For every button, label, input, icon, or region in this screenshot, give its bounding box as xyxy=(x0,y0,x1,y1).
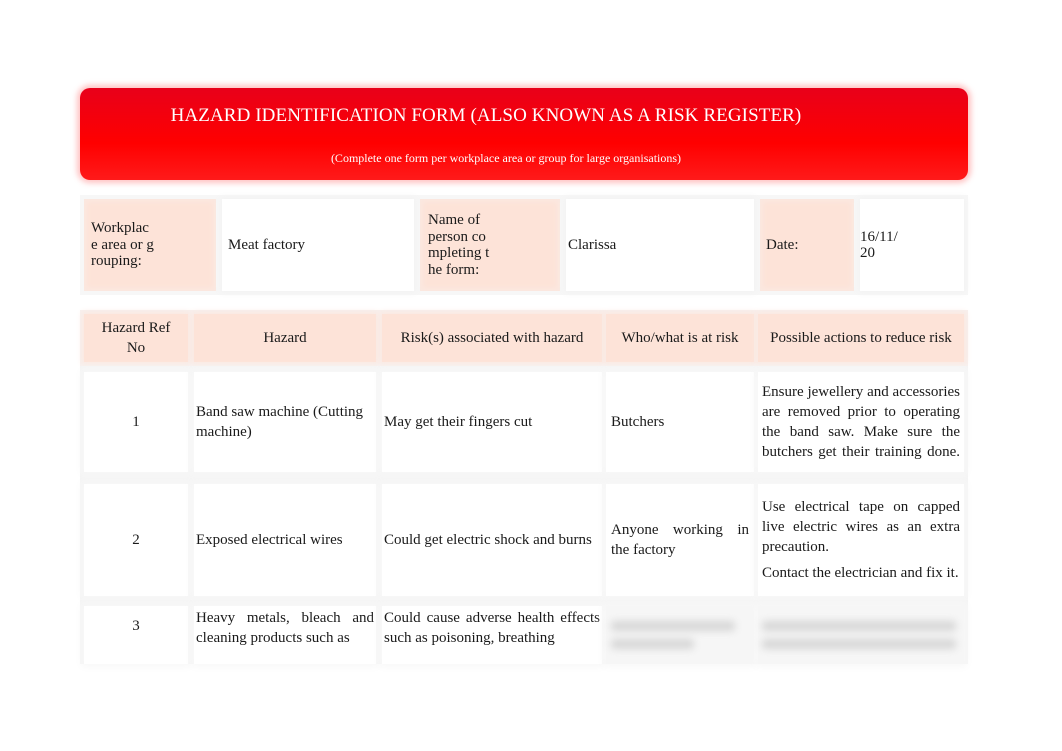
risk-text: Could get electric shock and burns xyxy=(384,531,592,548)
hazard-text: Band saw machine (Cutting machine) xyxy=(196,403,364,440)
obscured-content xyxy=(611,613,749,657)
header-who: Who/what is at risk xyxy=(606,314,754,362)
table-header-row: Hazard Ref No Hazard Risk(s) associated … xyxy=(80,310,968,366)
cell-who-obscured xyxy=(606,606,754,664)
cell-actions-obscured xyxy=(758,606,964,664)
header-risks-text: Risk(s) associated with hazard xyxy=(400,329,584,346)
date-label-cell: Date: xyxy=(760,199,854,291)
workplace-label-cell: Workplace area or grouping: xyxy=(84,199,216,291)
date-label: Date: xyxy=(766,236,799,253)
date-value[interactable]: 16/11/20 xyxy=(860,229,902,262)
cell-risk: Could get electric shock and burns xyxy=(382,484,602,596)
cell-who: Butchers xyxy=(606,372,754,472)
header-actions-text: Possible actions to reduce risk xyxy=(770,329,952,346)
cell-actions: Use electrical tape on capped live elect… xyxy=(758,484,964,596)
who-text: Butchers xyxy=(611,413,665,430)
cell-hazard: Heavy metals, bleach and cleaning produc… xyxy=(194,606,376,664)
table-row: 1 Band saw machine (Cutting machine) May… xyxy=(80,366,968,478)
header-risks: Risk(s) associated with hazard xyxy=(382,314,602,362)
hazard-text: Heavy metals, bleach and cleaning produc… xyxy=(196,610,374,647)
risk-text: Could cause adverse health effects such … xyxy=(384,610,600,647)
cell-ref: 2 xyxy=(84,484,188,596)
table-row: 3 Heavy metals, bleach and cleaning prod… xyxy=(80,600,968,664)
cell-actions: Ensure jewellery and accessories are rem… xyxy=(758,372,964,472)
workplace-value-cell[interactable]: Meat factory xyxy=(222,199,414,291)
cell-ref: 1 xyxy=(84,372,188,472)
cell-risk: May get their fingers cut xyxy=(382,372,602,472)
cell-ref: 3 xyxy=(84,606,188,664)
form-info-row: Workplace area or grouping: Meat factory… xyxy=(80,195,968,295)
header-hazard: Hazard xyxy=(194,314,376,362)
hazard-form: HAZARD IDENTIFICATION FORM (ALSO KNOWN A… xyxy=(80,88,968,664)
table-row: 2 Exposed electrical wires Could get ele… xyxy=(80,478,968,600)
form-title: HAZARD IDENTIFICATION FORM (ALSO KNOWN A… xyxy=(170,105,802,126)
ref-value: 2 xyxy=(132,531,140,548)
cell-hazard: Band saw machine (Cutting machine) xyxy=(194,372,376,472)
header-ref: Hazard Ref No xyxy=(84,314,188,362)
ref-value: 3 xyxy=(132,618,140,634)
header-ref-text: Hazard Ref No xyxy=(101,319,171,356)
form-banner: HAZARD IDENTIFICATION FORM (ALSO KNOWN A… xyxy=(80,88,968,180)
action-text: Use electrical tape on capped live elect… xyxy=(762,498,960,556)
workplace-label: Workplace area or grouping: xyxy=(91,220,154,270)
person-label-cell: Name of person completing the form: xyxy=(420,199,560,291)
cell-hazard: Exposed electrical wires xyxy=(194,484,376,596)
form-subtitle: (Complete one form per workplace area or… xyxy=(330,151,682,165)
hazard-text: Exposed electrical wires xyxy=(196,531,343,548)
header-actions: Possible actions to reduce risk xyxy=(758,314,964,362)
action-text: Ensure jewellery and accessories are rem… xyxy=(762,384,960,460)
workplace-value[interactable]: Meat factory xyxy=(228,237,305,254)
cell-risk: Could cause adverse health effects such … xyxy=(382,606,602,664)
cell-who: Anyone working in the factory xyxy=(606,484,754,596)
action-text: Contact the electrician and fix it. xyxy=(762,565,959,582)
person-value-cell[interactable]: Clarissa xyxy=(566,199,754,291)
person-value[interactable]: Clarissa xyxy=(568,237,616,254)
header-who-text: Who/what is at risk xyxy=(621,329,739,346)
risk-text: May get their fingers cut xyxy=(384,413,533,430)
obscured-content xyxy=(762,613,960,657)
header-hazard-text: Hazard xyxy=(263,329,307,346)
who-text: Anyone working in the factory xyxy=(611,521,749,558)
person-label: Name of person completing the form: xyxy=(428,212,490,278)
ref-value: 1 xyxy=(132,413,140,430)
date-value-cell[interactable]: 16/11/20 xyxy=(860,199,964,291)
